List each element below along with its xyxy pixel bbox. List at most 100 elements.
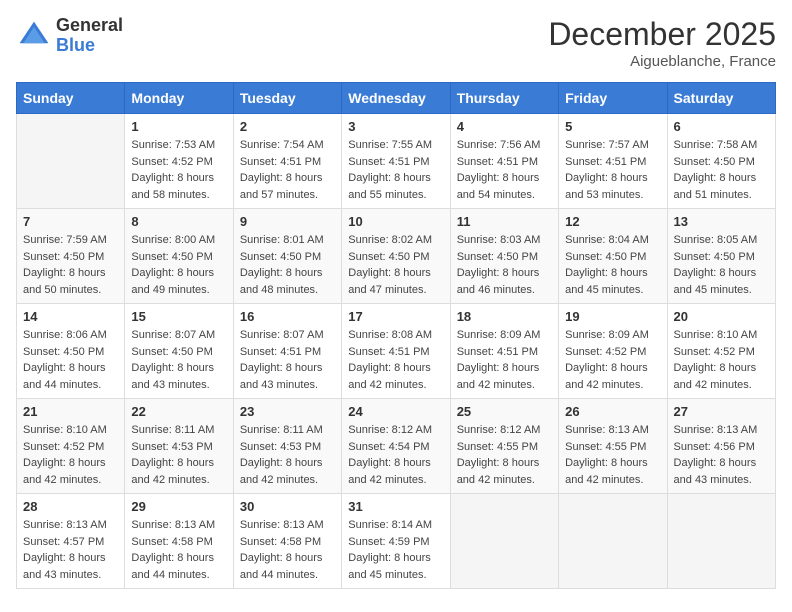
day-number: 7 [23, 214, 118, 229]
calendar-cell: 15Sunrise: 8:07 AMSunset: 4:50 PMDayligh… [125, 304, 233, 399]
calendar-cell: 1 Sunrise: 7:53 AMSunset: 4:52 PMDaylight… [125, 114, 233, 209]
logo: General Blue [16, 16, 123, 56]
calendar-cell: 18 Sunrise: 8:09 AMSunset: 4:51 PMDayligh… [450, 304, 558, 399]
page-header: General Blue December 2025 Aigueblanche,… [16, 16, 776, 70]
day-info: Sunrise: 8:00 AMSunset: 4:50 PMDaylight:… [131, 232, 226, 298]
day-info: Sunrise: 7:54 AMSunset: 4:51 PMDaylight:… [240, 137, 335, 203]
day-info: Sunrise: 8:12 AMSunset: 4:55 PMDaylight:… [457, 422, 552, 488]
day-number: 22 [131, 404, 226, 419]
calendar-cell: 7Sunrise: 7:59 AMSunset: 4:50 PMDaylight… [17, 209, 125, 304]
day-number: 25 [457, 404, 552, 419]
column-header-saturday: Saturday [667, 83, 775, 114]
calendar-week-row: 1 Sunrise: 7:53 AMSunset: 4:52 PMDaylight… [17, 114, 776, 209]
day-number: 15 [131, 309, 226, 324]
calendar-cell: 11Sunrise: 8:03 AMSunset: 4:50 PMDayligh… [450, 209, 558, 304]
calendar-cell: 27 Sunrise: 8:13 AMSunset: 4:56 PMDayligh… [667, 399, 775, 494]
day-info: Sunrise: 8:11 AMSunset: 4:53 PMDaylight:… [131, 422, 226, 488]
day-info: Sunrise: 8:10 AMSunset: 4:52 PMDaylight:… [674, 327, 769, 393]
day-number: 31 [348, 499, 443, 514]
day-info: Sunrise: 7:57 AMSunset: 4:51 PMDaylight:… [565, 137, 660, 203]
day-info: Sunrise: 7:55 AMSunset: 4:51 PMDaylight:… [348, 137, 443, 203]
day-number: 24 [348, 404, 443, 419]
calendar: SundayMondayTuesdayWednesdayThursdayFrid… [16, 82, 776, 589]
day-number: 10 [348, 214, 443, 229]
calendar-cell: 28Sunrise: 8:13 AMSunset: 4:57 PMDayligh… [17, 494, 125, 589]
day-info: Sunrise: 8:13 AMSunset: 4:56 PMDaylight:… [674, 422, 769, 488]
calendar-cell: 9Sunrise: 8:01 AMSunset: 4:50 PMDaylight… [233, 209, 341, 304]
day-info: Sunrise: 8:10 AMSunset: 4:52 PMDaylight:… [23, 422, 118, 488]
logo-icon [16, 18, 52, 54]
day-info: Sunrise: 7:56 AMSunset: 4:51 PMDaylight:… [457, 137, 552, 203]
calendar-cell: 19Sunrise: 8:09 AMSunset: 4:52 PMDayligh… [559, 304, 667, 399]
calendar-cell: 26 Sunrise: 8:13 AMSunset: 4:55 PMDayligh… [559, 399, 667, 494]
day-info: Sunrise: 8:14 AMSunset: 4:59 PMDaylight:… [348, 517, 443, 583]
title-block: December 2025 Aigueblanche, France [548, 16, 776, 70]
logo-blue: Blue [56, 36, 123, 56]
calendar-cell: 23Sunrise: 8:11 AMSunset: 4:53 PMDayligh… [233, 399, 341, 494]
day-info: Sunrise: 8:08 AMSunset: 4:51 PMDaylight:… [348, 327, 443, 393]
location: Aigueblanche, France [548, 53, 776, 70]
day-info: Sunrise: 8:07 AMSunset: 4:51 PMDaylight:… [240, 327, 335, 393]
calendar-cell: 5 Sunrise: 7:57 AMSunset: 4:51 PMDaylight… [559, 114, 667, 209]
column-header-tuesday: Tuesday [233, 83, 341, 114]
calendar-cell: 8 Sunrise: 8:00 AMSunset: 4:50 PMDaylight… [125, 209, 233, 304]
column-header-wednesday: Wednesday [342, 83, 450, 114]
column-header-monday: Monday [125, 83, 233, 114]
calendar-week-row: 7Sunrise: 7:59 AMSunset: 4:50 PMDaylight… [17, 209, 776, 304]
day-number: 5 [565, 119, 660, 134]
calendar-cell: 2 Sunrise: 7:54 AMSunset: 4:51 PMDaylight… [233, 114, 341, 209]
day-info: Sunrise: 8:11 AMSunset: 4:53 PMDaylight:… [240, 422, 335, 488]
logo-general: General [56, 16, 123, 36]
day-number: 20 [674, 309, 769, 324]
day-info: Sunrise: 8:02 AMSunset: 4:50 PMDaylight:… [348, 232, 443, 298]
day-number: 2 [240, 119, 335, 134]
day-info: Sunrise: 7:58 AMSunset: 4:50 PMDaylight:… [674, 137, 769, 203]
day-info: Sunrise: 8:12 AMSunset: 4:54 PMDaylight:… [348, 422, 443, 488]
day-number: 18 [457, 309, 552, 324]
calendar-cell: 24 Sunrise: 8:12 AMSunset: 4:54 PMDayligh… [342, 399, 450, 494]
day-info: Sunrise: 8:13 AMSunset: 4:57 PMDaylight:… [23, 517, 118, 583]
column-header-friday: Friday [559, 83, 667, 114]
day-number: 11 [457, 214, 552, 229]
day-number: 3 [348, 119, 443, 134]
calendar-cell: 22 Sunrise: 8:11 AMSunset: 4:53 PMDayligh… [125, 399, 233, 494]
calendar-cell: 31 Sunrise: 8:14 AMSunset: 4:59 PMDayligh… [342, 494, 450, 589]
calendar-cell: 6Sunrise: 7:58 AMSunset: 4:50 PMDaylight… [667, 114, 775, 209]
day-info: Sunrise: 8:06 AMSunset: 4:50 PMDaylight:… [23, 327, 118, 393]
calendar-header-row: SundayMondayTuesdayWednesdayThursdayFrid… [17, 83, 776, 114]
calendar-cell: 10 Sunrise: 8:02 AMSunset: 4:50 PMDayligh… [342, 209, 450, 304]
column-header-thursday: Thursday [450, 83, 558, 114]
day-number: 4 [457, 119, 552, 134]
calendar-cell: 25 Sunrise: 8:12 AMSunset: 4:55 PMDayligh… [450, 399, 558, 494]
day-number: 16 [240, 309, 335, 324]
day-info: Sunrise: 8:04 AMSunset: 4:50 PMDaylight:… [565, 232, 660, 298]
day-number: 13 [674, 214, 769, 229]
day-number: 26 [565, 404, 660, 419]
day-info: Sunrise: 8:09 AMSunset: 4:52 PMDaylight:… [565, 327, 660, 393]
day-number: 8 [131, 214, 226, 229]
calendar-week-row: 21Sunrise: 8:10 AMSunset: 4:52 PMDayligh… [17, 399, 776, 494]
day-number: 29 [131, 499, 226, 514]
calendar-cell [559, 494, 667, 589]
calendar-cell: 29 Sunrise: 8:13 AMSunset: 4:58 PMDayligh… [125, 494, 233, 589]
day-number: 1 [131, 119, 226, 134]
day-number: 12 [565, 214, 660, 229]
calendar-cell: 20 Sunrise: 8:10 AMSunset: 4:52 PMDayligh… [667, 304, 775, 399]
calendar-cell [450, 494, 558, 589]
calendar-cell: 13 Sunrise: 8:05 AMSunset: 4:50 PMDayligh… [667, 209, 775, 304]
day-info: Sunrise: 8:09 AMSunset: 4:51 PMDaylight:… [457, 327, 552, 393]
day-number: 27 [674, 404, 769, 419]
day-info: Sunrise: 8:05 AMSunset: 4:50 PMDaylight:… [674, 232, 769, 298]
month-title: December 2025 [548, 16, 776, 53]
calendar-week-row: 28Sunrise: 8:13 AMSunset: 4:57 PMDayligh… [17, 494, 776, 589]
day-info: Sunrise: 8:13 AMSunset: 4:58 PMDaylight:… [131, 517, 226, 583]
calendar-cell: 3 Sunrise: 7:55 AMSunset: 4:51 PMDaylight… [342, 114, 450, 209]
calendar-cell: 16 Sunrise: 8:07 AMSunset: 4:51 PMDayligh… [233, 304, 341, 399]
day-info: Sunrise: 8:13 AMSunset: 4:55 PMDaylight:… [565, 422, 660, 488]
day-number: 9 [240, 214, 335, 229]
day-info: Sunrise: 7:53 AMSunset: 4:52 PMDaylight:… [131, 137, 226, 203]
calendar-cell: 30Sunrise: 8:13 AMSunset: 4:58 PMDayligh… [233, 494, 341, 589]
calendar-cell: 14Sunrise: 8:06 AMSunset: 4:50 PMDayligh… [17, 304, 125, 399]
calendar-cell [667, 494, 775, 589]
column-header-sunday: Sunday [17, 83, 125, 114]
